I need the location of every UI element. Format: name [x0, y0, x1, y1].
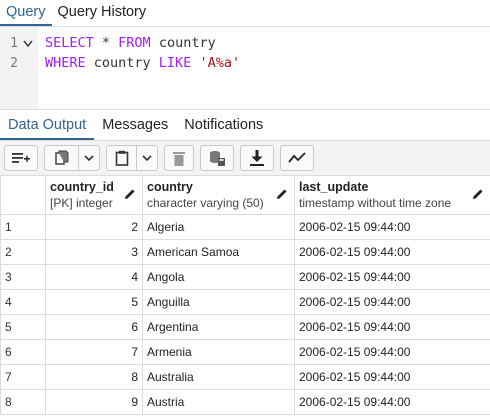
cell-country[interactable]: Australia [142, 364, 295, 390]
cell-last-update[interactable]: 2006-02-15 09:44:00 [294, 314, 490, 340]
cell-country-id[interactable]: 9 [45, 389, 143, 415]
sql-token: country [150, 35, 216, 51]
chevron-down-icon [141, 154, 152, 161]
copy-button-group[interactable] [44, 145, 100, 171]
cell-country[interactable]: Anguilla [142, 289, 295, 315]
paste-icon [115, 150, 128, 166]
query-tabs: Query Query History [0, 0, 490, 27]
row-number-cell[interactable]: 8 [0, 389, 46, 415]
download-icon [250, 150, 264, 166]
graph-icon [288, 152, 306, 163]
delete-button[interactable] [164, 145, 194, 171]
sql-keyword: LIKE [158, 55, 192, 71]
save-data-icon [210, 151, 225, 166]
cell-last-update[interactable]: 2006-02-15 09:44:00 [294, 364, 490, 390]
paste-button[interactable] [108, 146, 136, 170]
cell-country[interactable]: American Samoa [142, 239, 295, 265]
sql-editor[interactable]: 1 2 SELECT * FROM country WHERE country … [0, 27, 490, 110]
tab-query-history[interactable]: Query History [52, 4, 153, 26]
row-number-cell[interactable]: 3 [0, 264, 46, 290]
column-name: last_update [299, 180, 369, 194]
cell-country[interactable]: Armenia [142, 339, 295, 365]
cell-country-id[interactable]: 3 [45, 239, 143, 265]
grid-header-row: country_id [PK] integer country characte… [0, 175, 490, 215]
cell-country[interactable]: Angola [142, 264, 295, 290]
column-name: country [147, 180, 193, 194]
data-grid: country_id [PK] integer country characte… [0, 175, 490, 415]
graph-visualiser-button[interactable] [280, 145, 314, 171]
cell-country[interactable]: Argentina [142, 314, 295, 340]
column-type: timestamp without time zone [299, 196, 452, 210]
table-row[interactable]: 4 5 Anguilla 2006-02-15 09:44:00 [0, 289, 490, 315]
cell-country[interactable]: Algeria [142, 214, 295, 240]
table-row[interactable]: 6 7 Armenia 2006-02-15 09:44:00 [0, 339, 490, 365]
pencil-icon[interactable] [472, 188, 484, 200]
code-line-1: SELECT * FROM country [45, 35, 216, 51]
row-number-cell[interactable]: 5 [0, 314, 46, 340]
sql-string: 'A%a' [199, 55, 241, 71]
copy-button[interactable] [46, 146, 78, 170]
cell-country-id[interactable]: 4 [45, 264, 143, 290]
fold-chevron-icon[interactable] [23, 39, 33, 51]
chevron-down-icon [83, 154, 94, 161]
column-header-country-id[interactable]: country_id [PK] integer [45, 175, 143, 215]
row-number-cell[interactable]: 6 [0, 339, 46, 365]
cell-last-update[interactable]: 2006-02-15 09:44:00 [294, 389, 490, 415]
sql-token: * [93, 35, 119, 51]
table-row[interactable]: 2 3 American Samoa 2006-02-15 09:44:00 [0, 239, 490, 265]
pencil-icon[interactable] [124, 188, 136, 200]
delete-icon [173, 151, 185, 166]
table-row[interactable]: 3 4 Angola 2006-02-15 09:44:00 [0, 264, 490, 290]
tab-messages[interactable]: Messages [94, 117, 176, 140]
cell-last-update[interactable]: 2006-02-15 09:44:00 [294, 214, 490, 240]
result-tabs: Data Output Messages Notifications [0, 110, 490, 141]
copy-icon [54, 150, 68, 165]
paste-button-group[interactable] [106, 145, 158, 171]
add-row-button[interactable] [4, 145, 38, 171]
row-number-cell[interactable]: 4 [0, 289, 46, 315]
cell-last-update[interactable]: 2006-02-15 09:44:00 [294, 264, 490, 290]
cell-last-update[interactable]: 2006-02-15 09:44:00 [294, 289, 490, 315]
sql-keyword: SELECT [45, 35, 94, 51]
cell-country-id[interactable]: 8 [45, 364, 143, 390]
tab-notifications[interactable]: Notifications [176, 117, 271, 140]
column-header-last-update[interactable]: last_update timestamp without time zone [294, 175, 490, 215]
column-header-country[interactable]: country character varying (50) [142, 175, 295, 215]
table-row[interactable]: 5 6 Argentina 2006-02-15 09:44:00 [0, 314, 490, 340]
sql-keyword: FROM [118, 35, 151, 51]
cell-last-update[interactable]: 2006-02-15 09:44:00 [294, 239, 490, 265]
table-row[interactable]: 8 9 Austria 2006-02-15 09:44:00 [0, 389, 490, 415]
sql-keyword: WHERE [45, 55, 86, 71]
table-row[interactable]: 1 2 Algeria 2006-02-15 09:44:00 [0, 214, 490, 240]
row-number-cell[interactable]: 1 [0, 214, 46, 240]
paste-dropdown[interactable] [137, 146, 157, 170]
line-number: 1 [10, 36, 18, 51]
data-toolbar [0, 141, 490, 176]
code-line-2: WHERE country LIKE 'A%a' [45, 55, 240, 71]
cell-country-id[interactable]: 7 [45, 339, 143, 365]
cell-country-id[interactable]: 5 [45, 289, 143, 315]
line-number: 2 [10, 56, 18, 71]
cell-country-id[interactable]: 2 [45, 214, 143, 240]
row-number-cell[interactable]: 7 [0, 364, 46, 390]
row-number-header [0, 175, 46, 215]
sql-token: country [85, 55, 159, 71]
pencil-icon[interactable] [276, 188, 288, 200]
cell-last-update[interactable]: 2006-02-15 09:44:00 [294, 339, 490, 365]
tab-query[interactable]: Query [0, 4, 52, 26]
add-row-icon [12, 153, 30, 163]
save-data-button[interactable] [200, 145, 234, 171]
cell-country[interactable]: Austria [142, 389, 295, 415]
copy-dropdown[interactable] [79, 146, 99, 170]
tab-data-output[interactable]: Data Output [0, 117, 95, 140]
row-number-cell[interactable]: 2 [0, 239, 46, 265]
cell-country-id[interactable]: 6 [45, 314, 143, 340]
column-type: character varying (50) [147, 196, 264, 210]
download-button[interactable] [240, 145, 274, 171]
table-row[interactable]: 7 8 Australia 2006-02-15 09:44:00 [0, 364, 490, 390]
